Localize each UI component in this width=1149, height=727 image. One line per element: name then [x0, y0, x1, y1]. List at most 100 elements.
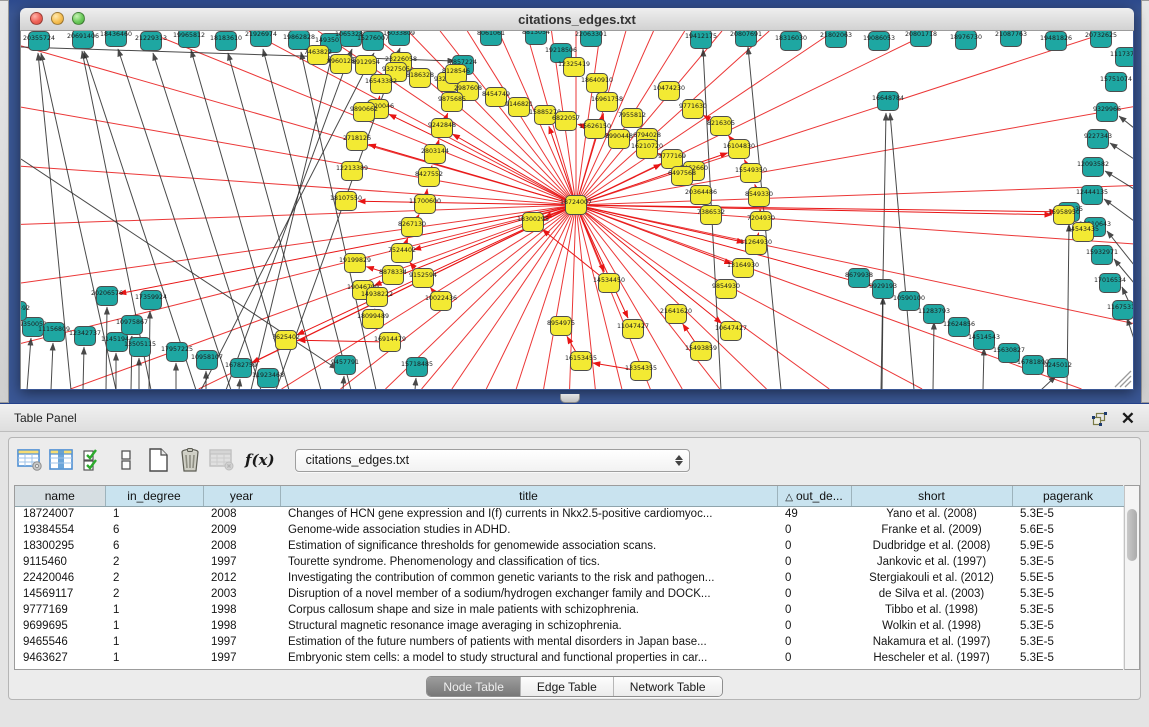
close-icon[interactable]: ✕ [1121, 410, 1135, 427]
network-selector-combobox[interactable]: citations_edges.txt [295, 449, 690, 472]
graph-node[interactable]: 12325419 [558, 58, 590, 77]
clear-selection-icon[interactable] [111, 445, 141, 475]
table-row[interactable]: 946362711997Embryonic stem cells: a mode… [15, 650, 1124, 666]
select-columns-icon[interactable] [47, 445, 77, 475]
graph-node[interactable]: 13505115 [124, 338, 156, 357]
graph-node[interactable]: 16961758 [591, 93, 623, 112]
table-settings-icon[interactable] [15, 445, 45, 475]
graph-node[interactable]: 8878334 [379, 266, 407, 285]
table-row[interactable]: 1830029562008Estimation of significance … [15, 538, 1124, 554]
graph-node[interactable]: 7204930 [747, 212, 775, 231]
graph-node[interactable]: 19086053 [863, 32, 895, 51]
graph-node[interactable]: 11675316 [1107, 301, 1133, 320]
delete-table-icon[interactable] [175, 445, 205, 475]
graph-node[interactable]: 7955812 [618, 109, 646, 128]
graph-node[interactable]: 9771630 [679, 100, 707, 119]
graph-node[interactable]: 20732625 [1085, 31, 1117, 48]
column-header-in-degree[interactable]: in_degree [105, 486, 203, 506]
graph-node[interactable]: 15549350 [735, 164, 767, 183]
graph-node[interactable]: 9242848 [428, 119, 456, 138]
graph-node[interactable]: 10022436 [425, 292, 457, 311]
graph-node[interactable]: 2718126 [343, 132, 371, 151]
column-header-pagerank[interactable]: pagerank [1012, 486, 1124, 506]
network-window-titlebar[interactable]: citations_edges.txt [20, 8, 1134, 31]
graph-node[interactable]: 19199829 [339, 254, 371, 273]
graph-node[interactable]: 20801718 [905, 31, 937, 47]
graph-node[interactable]: 14543435 [1067, 223, 1099, 242]
graph-node[interactable]: 19481826 [1040, 32, 1072, 51]
table-row[interactable]: 1872400712008Changes of HCN gene express… [15, 506, 1124, 522]
table-row[interactable]: 977716911998Corpus callosum shape and si… [15, 602, 1124, 618]
graph-node[interactable]: 18316030 [775, 32, 807, 51]
tab-edge-table[interactable]: Edge Table [521, 677, 614, 696]
graph-node[interactable]: 8427552 [415, 168, 443, 187]
scrollbar-thumb[interactable] [1127, 509, 1137, 561]
graph-node[interactable]: 16153455 [565, 352, 597, 371]
graph-node[interactable]: 9329966 [1093, 103, 1121, 122]
graph-node[interactable]: 8912954 [352, 56, 380, 75]
table-row[interactable]: 946554611997Estimation of the future num… [15, 634, 1124, 650]
graph-node[interactable]: 8216305 [707, 117, 735, 136]
graph-node[interactable]: 15493859 [685, 342, 717, 361]
graph-node[interactable]: 13354355 [625, 362, 657, 381]
zoom-window-button[interactable] [72, 12, 85, 25]
graph-node[interactable]: 10975867 [116, 316, 148, 335]
graph-node[interactable]: 9875685 [438, 93, 466, 112]
graph-node[interactable]: 10647427 [715, 322, 747, 341]
graph-node[interactable]: 8061061 [477, 31, 505, 46]
table-row[interactable]: 969969511998Structural magnetic resonanc… [15, 618, 1124, 634]
graph-node[interactable]: 12213389 [336, 162, 368, 181]
graph-node[interactable]: 22063301 [575, 31, 607, 47]
graph-node[interactable]: 18183610 [210, 32, 242, 51]
graph-node[interactable]: 8960128 [327, 55, 355, 74]
graph-node[interactable]: 18107550 [330, 192, 362, 211]
graph-node[interactable]: 6497568 [668, 167, 696, 186]
close-window-button[interactable] [30, 12, 43, 25]
graph-node[interactable]: 9854930 [712, 280, 740, 299]
graph-node[interactable]: 14534450 [593, 274, 625, 293]
tab-network-table[interactable]: Network Table [614, 677, 722, 696]
graph-node[interactable]: 17016534 [1094, 274, 1126, 293]
graph-node[interactable]: 7625402 [272, 331, 300, 350]
float-windows-icon[interactable] [1092, 412, 1107, 426]
graph-node[interactable]: 16543382 [365, 75, 397, 94]
graph-node[interactable]: 21641620 [660, 305, 692, 324]
graph-node[interactable]: 13164930 [727, 259, 759, 278]
graph-node[interactable]: 7386532 [697, 206, 725, 225]
graph-node[interactable]: 17359924 [135, 291, 167, 310]
graph-node[interactable]: 12444135 [1076, 186, 1108, 205]
graph-node[interactable]: 2803144 [421, 145, 449, 164]
graph-node[interactable]: 21229313 [135, 32, 167, 51]
table-vertical-scrollbar[interactable] [1124, 485, 1140, 670]
graph-node[interactable]: 8954975 [547, 317, 575, 336]
function-builder-icon[interactable]: f(x) [245, 451, 275, 469]
column-header-name[interactable]: name [15, 486, 105, 506]
graph-node[interactable]: 11923468 [252, 369, 284, 388]
splitter-handle[interactable] [560, 394, 580, 403]
graph-node[interactable]: 14938222 [361, 288, 393, 307]
graph-node[interactable]: 15718485 [401, 358, 433, 377]
minimize-window-button[interactable] [51, 12, 64, 25]
graph-node[interactable]: 12093582 [1077, 158, 1109, 177]
graph-node[interactable]: 11173717 [1110, 48, 1133, 67]
graph-node[interactable]: 6822057 [552, 112, 580, 131]
graph-node[interactable]: 15932971 [1086, 246, 1118, 265]
graph-node[interactable]: 10474230 [653, 82, 685, 101]
graph-node[interactable]: 21926974 [245, 31, 277, 47]
network-canvas[interactable]: 2035572420691406184364602122931319965812… [20, 31, 1133, 389]
window-resize-grip[interactable] [1115, 371, 1131, 387]
graph-node[interactable]: 18640910 [581, 74, 613, 93]
table-row[interactable]: 2242004622012Investigating the contribut… [15, 570, 1124, 586]
graph-node[interactable]: 8186328 [406, 69, 434, 88]
graph-node[interactable]: 8990448 [605, 130, 633, 149]
graph-node[interactable]: 9890662 [350, 103, 378, 122]
graph-node[interactable]: 8813054 [522, 31, 550, 45]
tab-node-table[interactable]: Node Table [427, 677, 521, 696]
graph-node[interactable]: 20364486 [685, 186, 717, 205]
graph-node[interactable]: 11156809 [38, 323, 70, 342]
column-header-year[interactable]: year [203, 486, 280, 506]
graph-node[interactable]: 7524402 [388, 244, 416, 263]
graph-node[interactable]: 20691406 [67, 31, 99, 49]
graph-node[interactable]: 19965812 [173, 31, 205, 48]
column-header-short[interactable]: short [851, 486, 1012, 506]
